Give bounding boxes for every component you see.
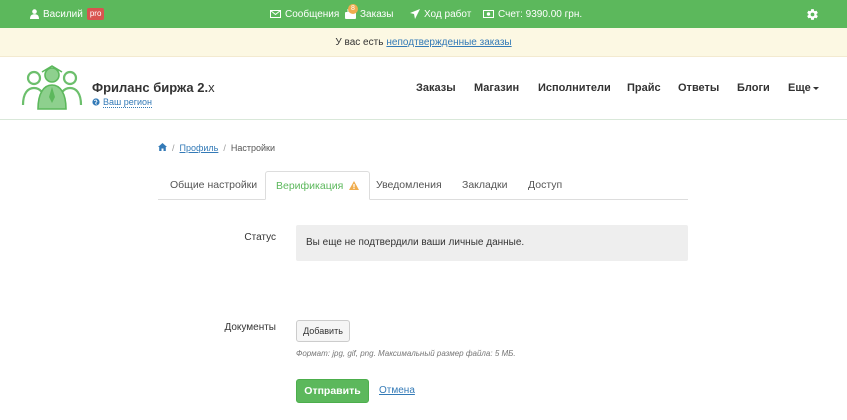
file-format-hint: Формат: jpg, gif, png. Максимальный разм… [296,349,516,358]
nav-more[interactable]: Еще [788,82,819,94]
tab-access[interactable]: Доступ [528,171,562,200]
caret-down-icon [812,86,819,90]
settings-button[interactable] [806,0,819,28]
nav-blogs[interactable]: Блоги [737,82,770,94]
orders-label: Заказы [360,8,394,20]
status-message: Вы еще не подтвердили ваши личные данные… [296,225,688,261]
tab-verification[interactable]: Верификация [265,171,371,201]
tab-general-settings[interactable]: Общие настройки [170,171,257,200]
breadcrumb: / Профиль / Настройки [158,143,275,153]
breadcrumb-current: Настройки [230,143,276,153]
tab-notifications[interactable]: Уведомления [376,171,442,200]
brand-version: x [208,80,215,95]
region-selector[interactable]: Ваш регион [92,97,153,108]
breadcrumb-profile[interactable]: Профиль [180,143,219,153]
warning-icon [349,173,360,201]
nav-answers[interactable]: Ответы [678,82,719,94]
user-menu[interactable]: Василий pro [30,0,105,28]
home-icon[interactable] [158,143,167,153]
user-name: Василий [43,8,83,20]
submit-button[interactable]: Отправить [296,379,369,403]
envelope-icon [270,10,281,18]
unconfirmed-orders-notice: У вас есть неподтвержденные заказы [0,28,847,57]
tab-bookmarks[interactable]: Закладки [462,171,507,200]
rocket-icon [410,9,420,19]
balance-label: Счет: 9390.00 грн. [498,8,583,20]
site-logo[interactable] [20,63,84,111]
cancel-link[interactable]: Отмена [379,385,415,396]
breadcrumb-separator: / [172,143,175,153]
messages-label: Сообщения [285,8,340,20]
tab-verification-label: Верификация [276,180,344,192]
site-header: Фриланс биржа 2.x Ваш регион Заказы Мага… [0,57,847,120]
gear-icon [806,8,819,21]
nav-shop[interactable]: Магазин [474,82,519,94]
add-document-button[interactable]: Добавить [296,320,350,342]
nav-freelancers[interactable]: Исполнители [538,82,611,94]
brand-name: Фриланс биржа 2. [92,80,209,95]
progress-link[interactable]: Ход работ [410,0,471,28]
user-icon [30,9,39,19]
nav-price[interactable]: Прайс [627,82,661,94]
region-link[interactable]: Ваш регион [103,97,153,108]
nav-orders[interactable]: Заказы [416,82,456,94]
notice-text: У вас есть [335,37,384,48]
documents-label: Документы [224,322,276,333]
progress-label: Ход работ [424,8,472,20]
top-bar: Василий pro Сообщения Заказы 8 Ход работ… [0,0,847,28]
breadcrumb-separator: / [223,143,226,153]
nav-more-label: Еще [788,82,811,94]
money-icon [483,10,494,18]
orders-count-badge: 8 [348,4,358,14]
messages-link[interactable]: Сообщения [270,0,339,28]
pro-badge: pro [86,8,105,20]
status-label: Статус [244,232,276,243]
balance-link[interactable]: Счет: 9390.00 грн. [483,0,582,28]
unconfirmed-orders-link[interactable]: неподтвержденные заказы [386,37,511,48]
brand-title[interactable]: Фриланс биржа 2.x [92,80,215,95]
globe-icon [92,97,100,108]
